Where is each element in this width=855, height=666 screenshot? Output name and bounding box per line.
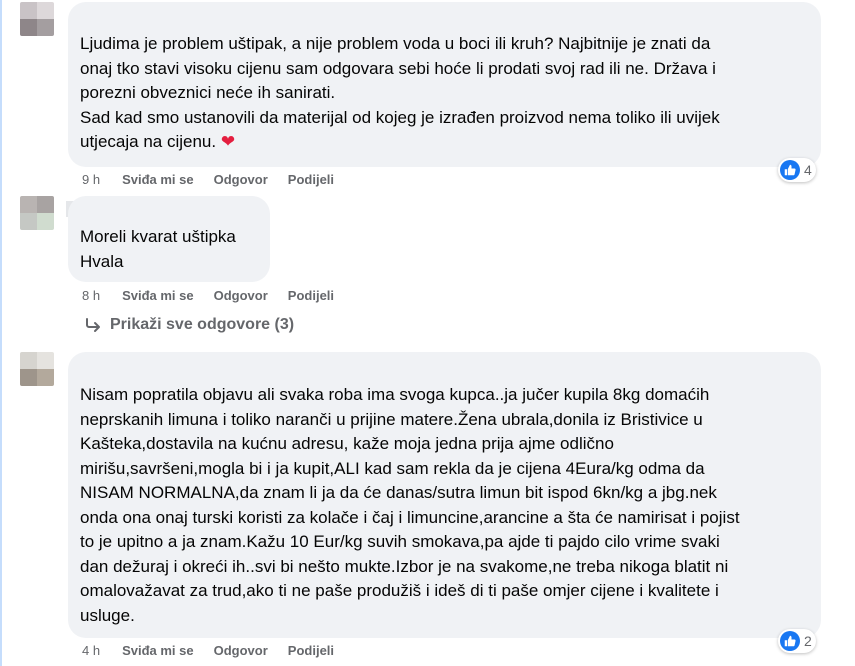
comment-text-line: Nisam popratila objavu ali svaka roba im… bbox=[80, 385, 710, 404]
comment-bubble: Moreli kvarat uštipka Hvala bbox=[68, 196, 270, 282]
avatar[interactable] bbox=[20, 352, 54, 386]
comment-text-line: Kašteka,dostavila na kućnu adresu, kaže … bbox=[80, 434, 614, 453]
view-replies-label: Prikaži sve odgovore (3) bbox=[110, 316, 295, 333]
comment-bubble: Nisam popratila objavu ali svaka roba im… bbox=[68, 352, 821, 638]
comment-text-line: Moreli kvarat uštipka bbox=[80, 227, 236, 246]
reply-arrow-icon bbox=[86, 318, 100, 332]
comment-text-line: Ljudima je problem uštipak, a nije probl… bbox=[80, 34, 711, 53]
comment-bubble: Ljudima je problem uštipak, a nije probl… bbox=[68, 2, 821, 167]
comment-text-line: Sad kad smo ustanovili da materijal od k… bbox=[80, 107, 720, 127]
avatar[interactable] bbox=[20, 196, 54, 230]
comment-text-line: onda ona onaj turski koristi za kolače i… bbox=[80, 507, 740, 527]
comment-text-line: neprskanih limuna i toliko naranči u pri… bbox=[80, 409, 703, 429]
reply-link[interactable]: Odgovor bbox=[214, 288, 268, 303]
comment-text-line: NISAM NORMALNA,da znam li ja da će danas… bbox=[80, 483, 717, 502]
comment-text-line: Hvala bbox=[80, 251, 124, 271]
left-border bbox=[0, 0, 2, 666]
comment-text-line: dan dežuraj i okreći ih..svi bi nešto mu… bbox=[80, 556, 729, 576]
comment-actions: 4 h Sviđa mi se Odgovor Podijeli bbox=[82, 643, 354, 658]
like-reaction-icon bbox=[780, 160, 800, 180]
like-link[interactable]: Sviđa mi se bbox=[122, 288, 194, 303]
reaction-summary[interactable]: 2 bbox=[778, 629, 816, 653]
like-link[interactable]: Sviđa mi se bbox=[122, 643, 194, 658]
share-link[interactable]: Podijeli bbox=[288, 643, 334, 658]
comment-text-line: onaj tko stavi visoku cijenu sam odgovar… bbox=[80, 58, 716, 78]
comment-text-line: utjecaja na cijenu. ❤ bbox=[80, 132, 236, 151]
reaction-count: 2 bbox=[804, 633, 812, 649]
reply-link[interactable]: Odgovor bbox=[214, 172, 268, 187]
comment-timestamp[interactable]: 4 h bbox=[82, 643, 100, 658]
reply-link[interactable]: Odgovor bbox=[214, 643, 268, 658]
reaction-summary[interactable]: 4 bbox=[778, 158, 816, 182]
share-link[interactable]: Podijeli bbox=[288, 288, 334, 303]
comment-text-line: porezni obveznici neće ih sanirati. bbox=[80, 83, 336, 102]
comment-text-line: usluge. bbox=[80, 605, 135, 625]
comment-actions: 9 h Sviđa mi se Odgovor Podijeli bbox=[82, 172, 354, 187]
comment-timestamp[interactable]: 8 h bbox=[82, 288, 100, 303]
comment-text-line: omalovažavat za trud,ako ti ne paše prod… bbox=[80, 581, 719, 600]
like-link[interactable]: Sviđa mi se bbox=[122, 172, 194, 187]
avatar[interactable] bbox=[20, 2, 54, 36]
view-all-replies-link[interactable]: Prikaži sve odgovore (3) bbox=[84, 316, 294, 334]
like-reaction-icon bbox=[780, 631, 800, 651]
comment-timestamp[interactable]: 9 h bbox=[82, 172, 100, 187]
heart-emoji-icon: ❤ bbox=[220, 132, 236, 151]
comment-actions: 8 h Sviđa mi se Odgovor Podijeli bbox=[82, 288, 354, 303]
comment-text-line: to je upitno a ja znam.Kažu 10 Eur/kg su… bbox=[80, 532, 720, 551]
reaction-count: 4 bbox=[804, 162, 812, 178]
share-link[interactable]: Podijeli bbox=[288, 172, 334, 187]
comment-text-line: mirišu,savršeni,mogla bi i ja kupit,ALI … bbox=[80, 458, 705, 478]
